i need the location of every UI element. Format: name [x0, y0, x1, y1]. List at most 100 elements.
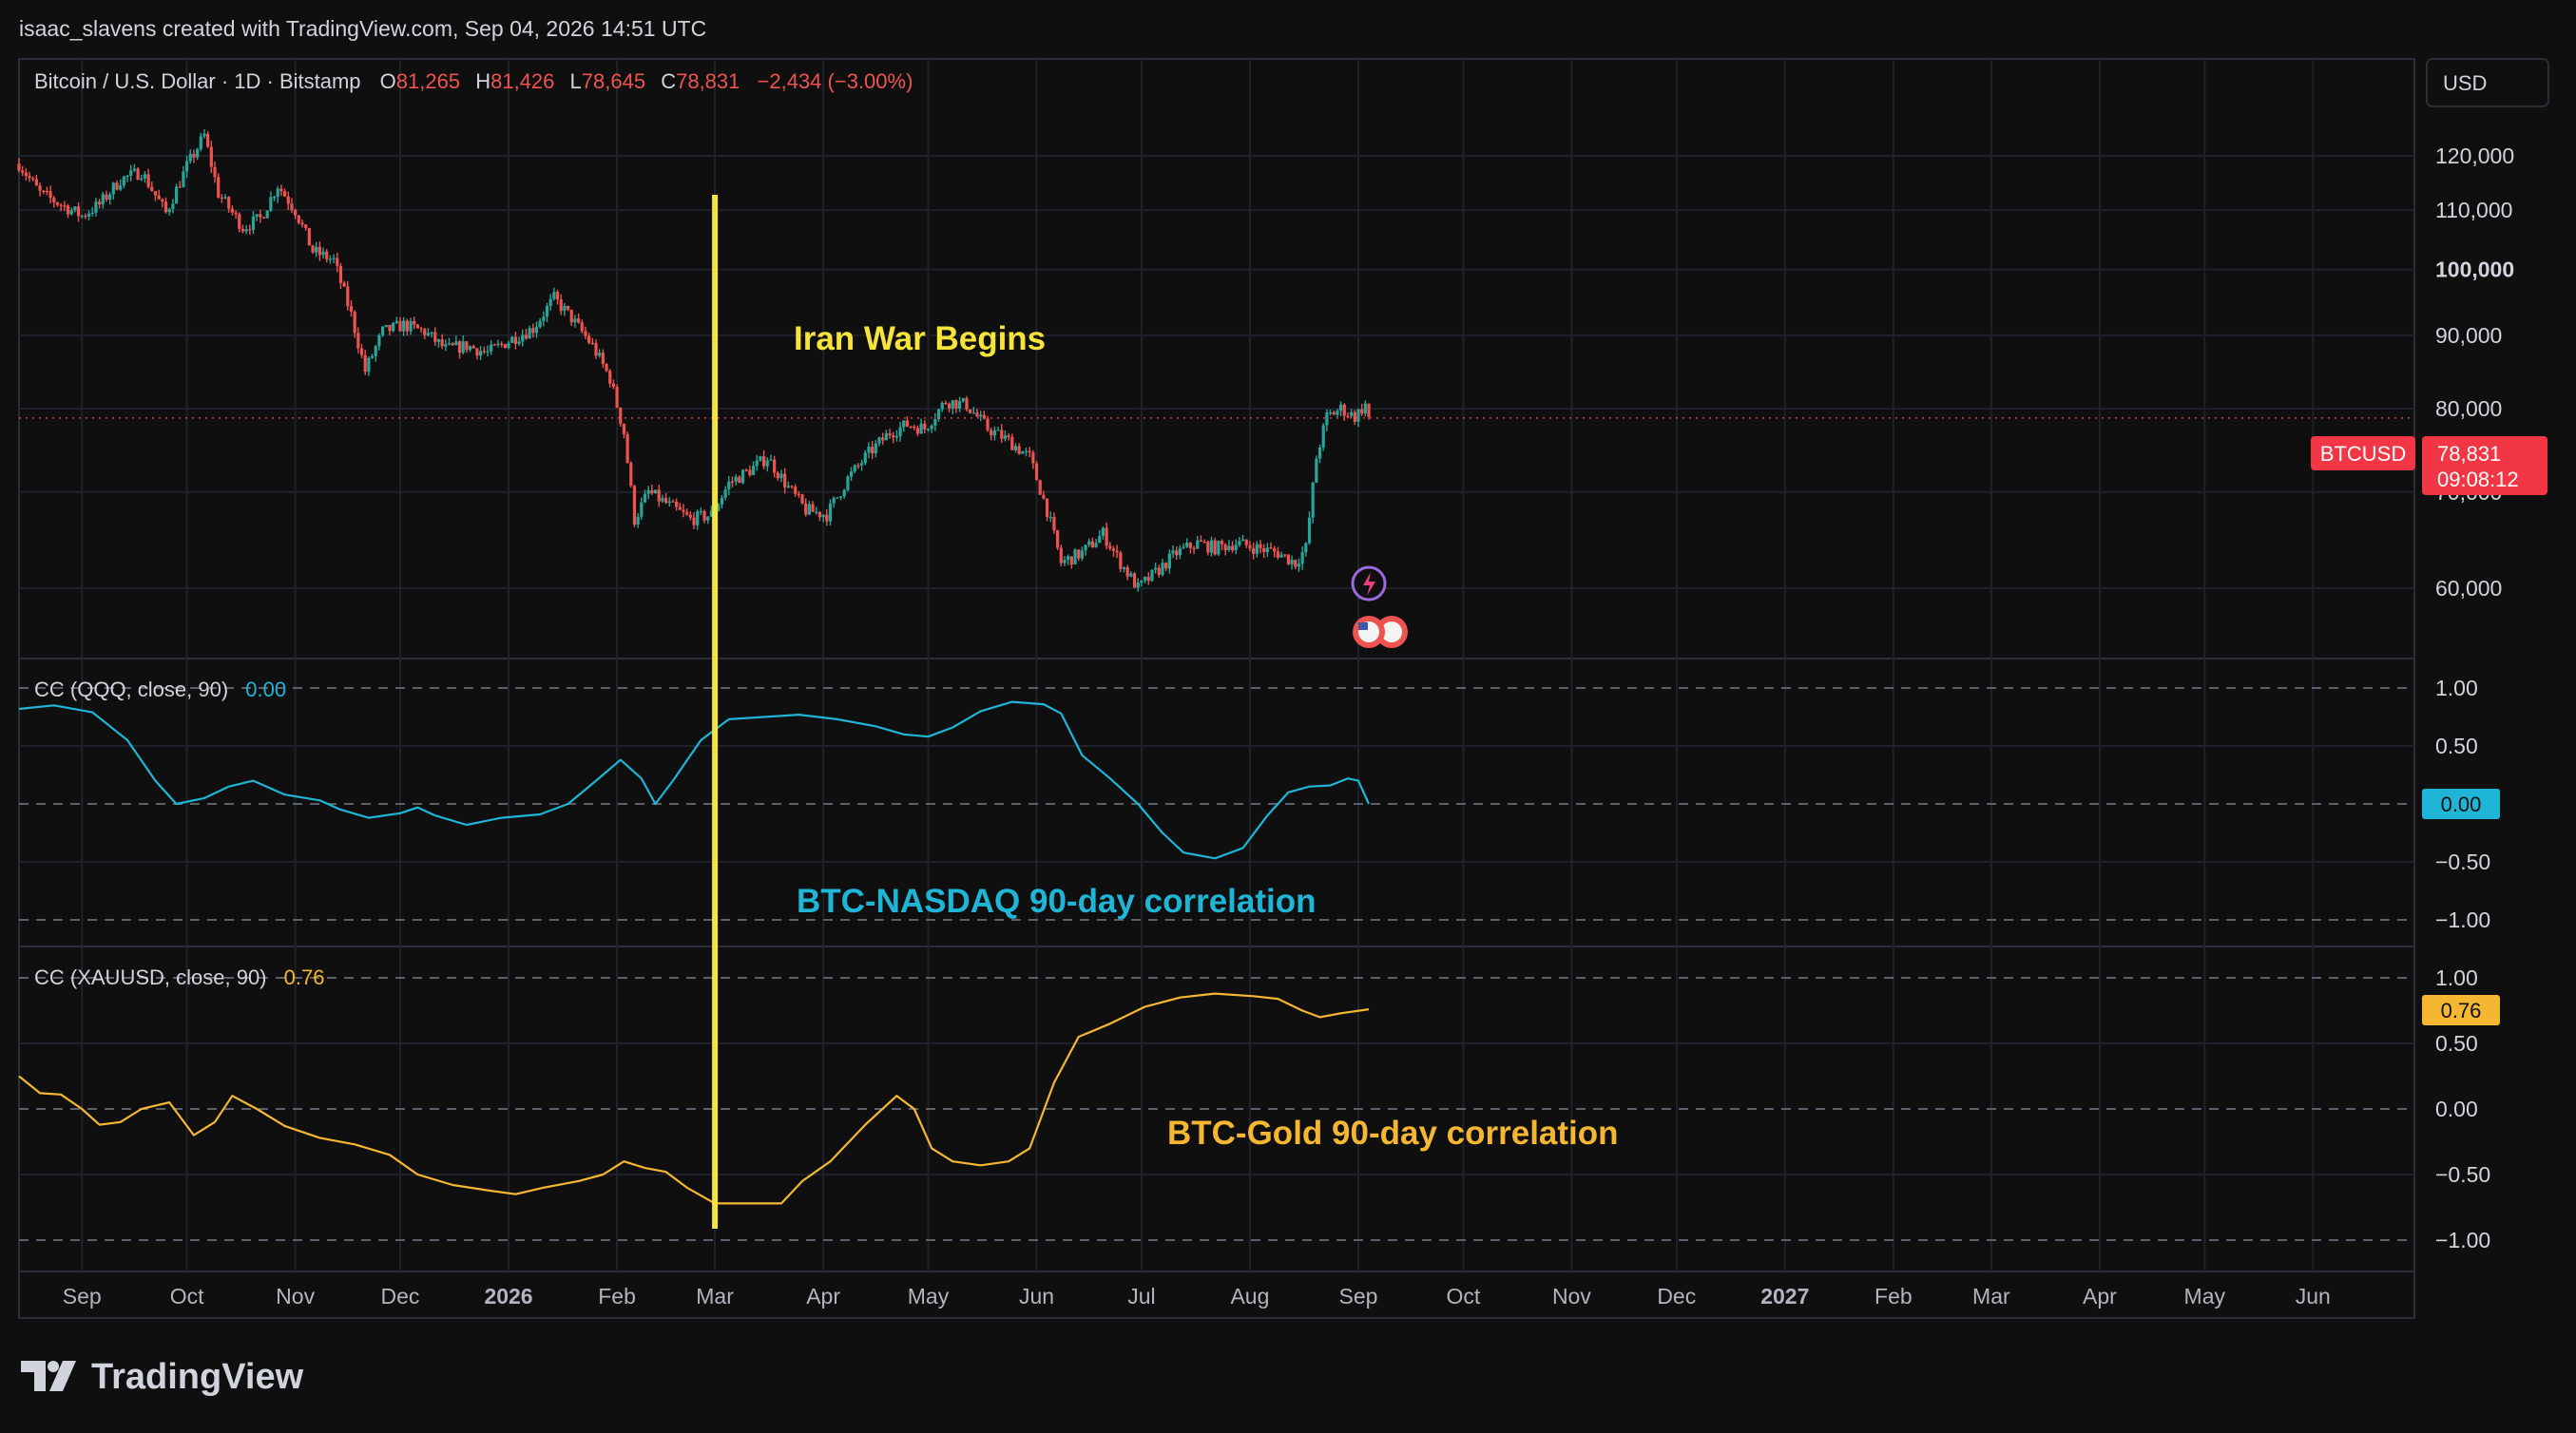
candle-body: [1038, 480, 1042, 495]
last-price-tag-value: 78,831: [2437, 442, 2501, 466]
candle-body: [794, 487, 798, 494]
candle-body: [919, 423, 923, 434]
candle-body: [440, 339, 444, 347]
candle-body: [594, 342, 598, 356]
candle-body: [769, 459, 773, 461]
tradingview-logo-text: TradingView: [91, 1357, 304, 1397]
candle-body: [1052, 516, 1056, 531]
candle-body: [783, 473, 787, 487]
candle-body: [55, 202, 60, 205]
x-tick-label: 2027: [1760, 1284, 1809, 1309]
candle-body: [304, 224, 308, 228]
candle-body: [838, 496, 843, 498]
candle-body: [671, 501, 675, 503]
candle-body: [517, 341, 521, 344]
candle-body: [913, 426, 916, 429]
candle-body: [419, 328, 423, 330]
us-flag-event-icon[interactable]: [1353, 616, 1409, 648]
candle-body: [720, 497, 724, 506]
candle-body: [430, 332, 433, 334]
candle-body: [84, 215, 87, 218]
candle-body: [1328, 411, 1333, 414]
candle-body: [196, 148, 200, 158]
candle-body: [392, 322, 395, 332]
gold-value-tag-text: 0.76: [2441, 999, 2482, 1022]
qqq-value-tag: 0.00: [2422, 789, 2500, 819]
candle-body: [905, 420, 910, 427]
candle-body: [584, 331, 587, 336]
candle-body: [415, 324, 419, 329]
candle-body: [696, 511, 700, 525]
candle-body: [136, 168, 140, 181]
event-flash-icon[interactable]: [1351, 565, 1387, 602]
candle-body: [332, 258, 336, 259]
currency-button[interactable]: USD: [2426, 58, 2549, 107]
candle-body: [1304, 543, 1308, 553]
candle-body: [370, 355, 375, 358]
candle-body: [1010, 436, 1014, 450]
candle-body: [76, 206, 81, 217]
gold-tick-label: −1.00: [2435, 1228, 2490, 1252]
candle-body: [282, 191, 287, 197]
price-tick-label: 90,000: [2435, 323, 2502, 348]
candle-body: [657, 489, 661, 502]
candle-body: [611, 383, 616, 388]
candle-body: [42, 190, 46, 193]
candle-body: [161, 199, 164, 202]
candle-body: [510, 336, 514, 343]
high-label: H: [475, 69, 490, 93]
candle-body: [90, 212, 94, 215]
candle-body: [877, 437, 881, 444]
candle-body: [933, 419, 937, 426]
candle-body: [986, 418, 990, 430]
currency-button-label: USD: [2443, 71, 2487, 95]
candle-body: [1080, 550, 1084, 559]
candle-body: [206, 133, 210, 147]
candle-body: [1000, 430, 1004, 439]
candle-body: [846, 476, 850, 490]
candle-body: [1048, 516, 1052, 519]
candle-body: [1342, 404, 1346, 416]
candle-body: [1307, 517, 1312, 544]
candle-body: [898, 427, 902, 436]
x-tick-label: Mar: [1972, 1284, 2010, 1309]
candle-body: [409, 320, 413, 332]
candle-body: [394, 320, 398, 323]
candle-body: [930, 425, 933, 430]
candle-body: [496, 343, 500, 345]
candle-body: [853, 465, 856, 472]
candle-body: [1017, 446, 1021, 454]
candle-body: [1084, 545, 1087, 551]
candle-body: [1031, 452, 1035, 464]
candle-body: [426, 333, 431, 335]
candle-body: [598, 353, 602, 356]
candle-body: [21, 170, 25, 173]
candle-body: [531, 328, 535, 334]
candle-body: [234, 212, 238, 215]
candle-body: [1167, 553, 1171, 569]
candle-body: [1129, 573, 1133, 577]
candle-body: [315, 246, 318, 253]
candle-body: [817, 511, 822, 518]
candle-body: [692, 517, 696, 525]
candle-body: [842, 489, 846, 497]
candle-body: [738, 476, 741, 484]
gold-series-annotation: BTC-Gold 90-day correlation: [1167, 1115, 1619, 1152]
candle-body: [1332, 411, 1336, 415]
candle-body: [954, 400, 958, 410]
candle-body: [240, 229, 245, 232]
candle-body: [178, 186, 182, 188]
candle-body: [388, 324, 392, 332]
x-tick-label: Oct: [1446, 1284, 1480, 1309]
candle-body: [28, 176, 31, 179]
qqq-indicator-legend[interactable]: CC (QQQ, close, 90) 0.00: [34, 678, 286, 701]
candle-body: [69, 210, 73, 215]
candle-body: [874, 443, 877, 454]
low-value: 78,645: [582, 69, 645, 93]
candle-body: [1188, 543, 1193, 548]
candle-body: [569, 309, 573, 323]
candle-body: [1045, 498, 1049, 518]
candle-body: [48, 191, 52, 199]
candle-body: [1003, 435, 1008, 439]
gold-value-tag: 0.76: [2422, 995, 2500, 1025]
